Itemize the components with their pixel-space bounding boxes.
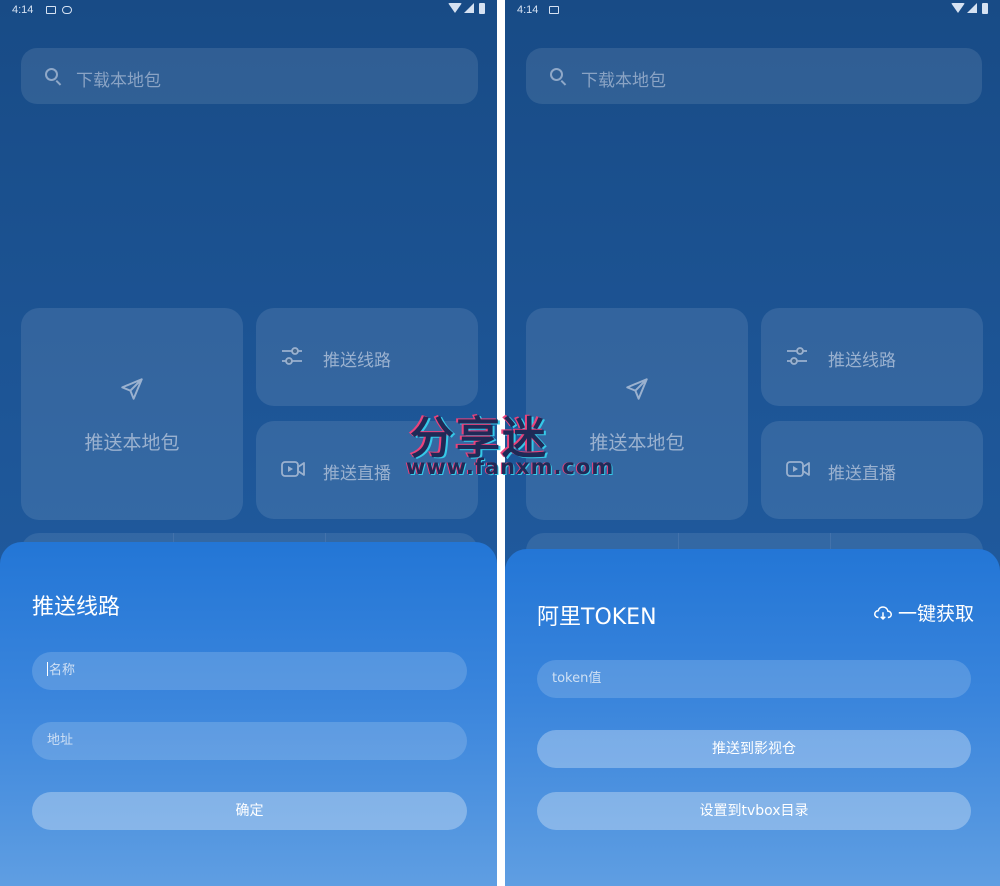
search-bar[interactable]: 下载本地包 bbox=[526, 48, 982, 104]
push-local-package-tile[interactable]: 推送本地包 bbox=[21, 308, 243, 520]
phone-left: 4:14 下载本地包 推送本地包 推送线路 推送直播 推送线路 名称 地址 确定 bbox=[0, 0, 497, 886]
signal-icon bbox=[464, 3, 474, 13]
cloud-download-icon bbox=[873, 605, 892, 620]
sliders-icon bbox=[282, 347, 302, 365]
push-local-package-label: 推送本地包 bbox=[84, 432, 180, 454]
video-icon bbox=[281, 461, 305, 477]
cast-notification-icon bbox=[62, 6, 72, 14]
wifi-icon bbox=[448, 3, 462, 13]
send-icon bbox=[626, 378, 648, 400]
push-route-label: 推送线路 bbox=[828, 351, 896, 371]
phone-right: 4:14 下载本地包 推送本地包 推送线路 推送直播 阿里TOKEN 一键获取 … bbox=[505, 0, 1000, 886]
push-local-package-tile[interactable]: 推送本地包 bbox=[526, 308, 748, 520]
push-live-tile[interactable]: 推送直播 bbox=[761, 421, 983, 519]
screenshot-stage: 4:14 下载本地包 推送本地包 推送线路 推送直播 推送线路 名称 地址 确定… bbox=[0, 0, 1000, 886]
push-route-sheet: 推送线路 名称 地址 确定 bbox=[0, 542, 497, 886]
status-time: 4:14 bbox=[517, 4, 539, 16]
search-icon bbox=[45, 68, 58, 81]
address-field[interactable]: 地址 bbox=[32, 722, 467, 760]
sheet-title: 阿里TOKEN bbox=[537, 605, 657, 630]
name-placeholder: 名称 bbox=[49, 663, 76, 678]
text-caret bbox=[47, 662, 48, 676]
search-placeholder: 下载本地包 bbox=[581, 71, 666, 91]
search-icon bbox=[550, 68, 563, 81]
push-route-label: 推送线路 bbox=[323, 351, 391, 371]
image-notification-icon bbox=[46, 6, 56, 14]
send-icon bbox=[121, 378, 143, 400]
push-route-tile[interactable]: 推送线路 bbox=[256, 308, 478, 406]
one-click-label: 一键获取 bbox=[897, 603, 974, 625]
battery-icon bbox=[982, 3, 988, 14]
address-placeholder: 地址 bbox=[47, 733, 74, 748]
name-field[interactable]: 名称 bbox=[32, 652, 467, 690]
battery-icon bbox=[479, 3, 485, 14]
wifi-icon bbox=[951, 3, 965, 13]
video-icon bbox=[786, 461, 810, 477]
sheet-title: 推送线路 bbox=[32, 595, 121, 620]
push-to-cinema-button[interactable]: 推送到影视仓 bbox=[537, 730, 971, 768]
push-live-label: 推送直播 bbox=[323, 464, 391, 484]
push-live-tile[interactable]: 推送直播 bbox=[256, 421, 478, 519]
image-notification-icon bbox=[549, 6, 559, 14]
one-click-fetch-button[interactable]: 一键获取 bbox=[873, 599, 974, 626]
search-bar[interactable]: 下载本地包 bbox=[21, 48, 478, 104]
status-time: 4:14 bbox=[12, 4, 34, 16]
push-live-label: 推送直播 bbox=[828, 464, 896, 484]
push-route-tile[interactable]: 推送线路 bbox=[761, 308, 983, 406]
sliders-icon bbox=[787, 347, 807, 365]
ali-token-sheet: 阿里TOKEN 一键获取 token值 推送到影视仓 设置到tvbox目录 bbox=[505, 549, 1000, 886]
search-placeholder: 下载本地包 bbox=[76, 71, 161, 91]
push-local-package-label: 推送本地包 bbox=[589, 432, 685, 454]
token-field[interactable]: token值 bbox=[537, 660, 971, 698]
token-placeholder: token值 bbox=[552, 671, 602, 686]
signal-icon bbox=[967, 3, 977, 13]
status-bar: 4:14 bbox=[0, 0, 497, 22]
set-tvbox-dir-button[interactable]: 设置到tvbox目录 bbox=[537, 792, 971, 830]
confirm-button[interactable]: 确定 bbox=[32, 792, 467, 830]
status-bar: 4:14 bbox=[505, 0, 1000, 22]
